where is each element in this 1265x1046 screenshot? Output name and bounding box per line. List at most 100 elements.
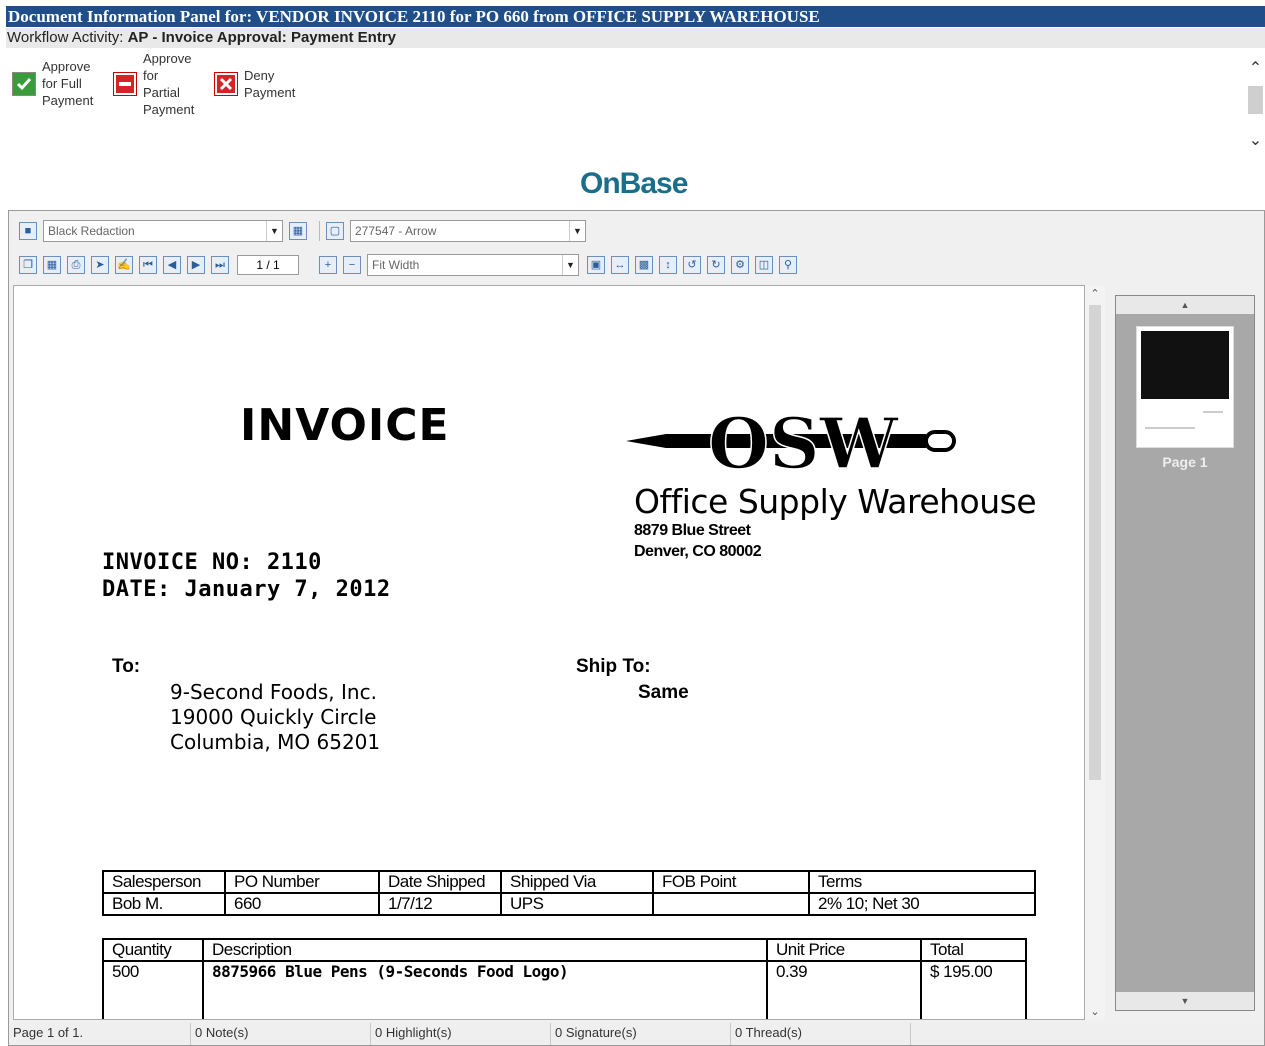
table-cell: 1/7/12: [378, 892, 502, 916]
scroll-thumb[interactable]: [1089, 305, 1101, 780]
save-icon[interactable]: ▦: [43, 256, 61, 274]
status-highlights: 0 Highlight(s): [371, 1023, 551, 1045]
scroll-up-icon[interactable]: ⌃: [1085, 287, 1105, 300]
document-viewer: ■ Black Redaction ▼ ▦ ▢ 277547 - Arrow ▼…: [8, 210, 1265, 1046]
x-icon: [214, 72, 238, 96]
annotation-select[interactable]: 277547 - Arrow ▼: [350, 220, 586, 242]
next-page-icon[interactable]: ▶: [187, 256, 205, 274]
note-icon[interactable]: ✍: [115, 256, 133, 274]
annotation-icon[interactable]: ▢: [326, 222, 344, 240]
magnifier-icon[interactable]: ⚲: [779, 256, 797, 274]
table-header: Terms: [808, 870, 1036, 894]
toolbar-row-1: ■ Black Redaction ▼ ▦ ▢ 277547 - Arrow ▼: [9, 217, 1264, 245]
vendor-street: 8879 Blue Street: [634, 522, 751, 539]
document-scrollbar[interactable]: ⌃ ⌄: [1085, 285, 1105, 1020]
ship-to-value: Same: [638, 682, 689, 703]
rotate-right-icon[interactable]: ↻: [707, 256, 725, 274]
thumbnail-preview: [1141, 331, 1229, 399]
fit-actual-icon[interactable]: ▩: [635, 256, 653, 274]
vendor-city: Denver, CO 80002: [634, 543, 762, 560]
table-cell: 0.39: [766, 960, 922, 1019]
scroll-thumb[interactable]: [1248, 86, 1263, 114]
osw-logo-text: OSW: [708, 406, 900, 476]
table-row: Bob M. 660 1/7/12 UPS 2% 10; Net 30: [102, 892, 1036, 916]
settings-icon[interactable]: ⚙: [731, 256, 749, 274]
save-redaction-icon[interactable]: ▦: [289, 222, 307, 240]
print-icon[interactable]: ⎙: [67, 256, 85, 274]
zoom-select[interactable]: Fit Width ▼: [367, 254, 579, 276]
zoom-select-value: Fit Width: [372, 258, 420, 272]
to-label: To:: [112, 656, 141, 677]
rotate-left-icon[interactable]: ↺: [683, 256, 701, 274]
page-thumbnail[interactable]: [1136, 326, 1234, 448]
bill-to-line: 9-Second Foods, Inc.: [170, 680, 377, 704]
invoice-title: INVOICE: [240, 400, 450, 451]
fit-width-icon[interactable]: ↔: [611, 256, 629, 274]
scroll-down-icon[interactable]: ⌄: [1085, 1005, 1105, 1018]
osw-logo: OSW: [626, 406, 956, 476]
table-cell: [652, 892, 810, 916]
approve-full-payment-label: Approve for Full Payment: [42, 59, 94, 108]
page-number-input[interactable]: 1 / 1: [237, 255, 299, 275]
panel-scrollbar[interactable]: ⌃ ⌄: [1246, 58, 1265, 168]
chevron-down-icon[interactable]: ▼: [562, 255, 578, 275]
vendor-name: Office Supply Warehouse: [634, 482, 1037, 521]
table-header: Salesperson: [102, 870, 226, 894]
redaction-icon[interactable]: ■: [19, 222, 37, 240]
table-header: Date Shipped: [378, 870, 502, 894]
shipping-table: Salesperson PO Number Date Shipped Shipp…: [102, 870, 1036, 916]
thumbnail-panel: ▲ Page 1 ▼: [1115, 295, 1255, 1011]
first-page-icon[interactable]: ⏮: [139, 256, 157, 274]
thumbnail-line: [1203, 411, 1223, 413]
table-header: FOB Point: [652, 870, 810, 894]
status-signatures: 0 Signature(s): [551, 1023, 731, 1045]
table-header: PO Number: [224, 870, 380, 894]
last-page-icon[interactable]: ⏭: [211, 256, 229, 274]
zoom-in-icon[interactable]: +: [319, 256, 337, 274]
status-threads: 0 Thread(s): [731, 1023, 911, 1045]
toolbar-row-2: ❐ ▦ ⎙ ➤ ✍ ⏮ ◀ ▶ ⏭ 1 / 1 + − Fit Width ▼ …: [9, 251, 1264, 279]
table-header: Unit Price: [766, 938, 922, 962]
chevron-down-icon[interactable]: ▼: [266, 221, 282, 241]
thumbnails-icon[interactable]: ◫: [755, 256, 773, 274]
workflow-value: AP - Invoice Approval: Payment Entry: [127, 29, 396, 46]
thumbnail-label: Page 1: [1162, 454, 1208, 470]
scroll-down-icon[interactable]: ⌄: [1246, 130, 1265, 152]
table-cell: 8875966 Blue Pens (9-Seconds Food Logo): [202, 960, 768, 1019]
fit-height-icon[interactable]: ↕: [659, 256, 677, 274]
table-header-row: Salesperson PO Number Date Shipped Shipp…: [102, 870, 1036, 894]
document-page[interactable]: INVOICE OSW Office Supply Warehouse 8879…: [13, 285, 1085, 1020]
send-icon[interactable]: ➤: [91, 256, 109, 274]
approve-full-payment-button[interactable]: Approve for Full Payment: [12, 58, 93, 109]
redaction-select[interactable]: Black Redaction ▼: [43, 220, 283, 242]
invoice-number: INVOICE NO: 2110: [102, 550, 322, 575]
approve-partial-payment-button[interactable]: Approve for Partial Payment: [113, 50, 194, 118]
scroll-up-icon[interactable]: ⌃: [1246, 58, 1265, 80]
table-header: Total: [920, 938, 1027, 962]
check-icon: [12, 71, 36, 96]
bill-to-line: Columbia, MO 65201: [170, 730, 381, 754]
workflow-label: Workflow Activity:: [7, 29, 124, 46]
redaction-select-value: Black Redaction: [48, 224, 135, 238]
chevron-down-icon[interactable]: ▼: [1116, 992, 1254, 1010]
table-cell: Bob M.: [102, 892, 226, 916]
table-header: Quantity: [102, 938, 204, 962]
fit-page-icon[interactable]: ▣: [587, 256, 605, 274]
status-page: Page 1 of 1.: [9, 1023, 191, 1045]
table-cell: 660: [224, 892, 380, 916]
previous-page-icon[interactable]: ◀: [163, 256, 181, 274]
line-items-table: Quantity Description Unit Price Total 50…: [102, 938, 1027, 1019]
bill-to-address: 9-Second Foods, Inc. 19000 Quickly Circl…: [170, 680, 380, 755]
table-header: Shipped Via: [500, 870, 654, 894]
status-bar: Page 1 of 1. 0 Note(s) 0 Highlight(s) 0 …: [9, 1023, 1264, 1045]
chevron-down-icon[interactable]: ▼: [569, 221, 585, 241]
table-cell: UPS: [500, 892, 654, 916]
thumbnail-line: [1145, 427, 1195, 429]
copy-icon[interactable]: ❐: [19, 256, 37, 274]
table-header: Description: [202, 938, 768, 962]
zoom-out-icon[interactable]: −: [343, 256, 361, 274]
deny-payment-button[interactable]: Deny Payment: [214, 67, 295, 101]
workflow-activity: Workflow Activity: AP - Invoice Approval…: [6, 28, 1265, 48]
table-cell: 500: [102, 960, 204, 1019]
chevron-up-icon[interactable]: ▲: [1116, 296, 1254, 314]
